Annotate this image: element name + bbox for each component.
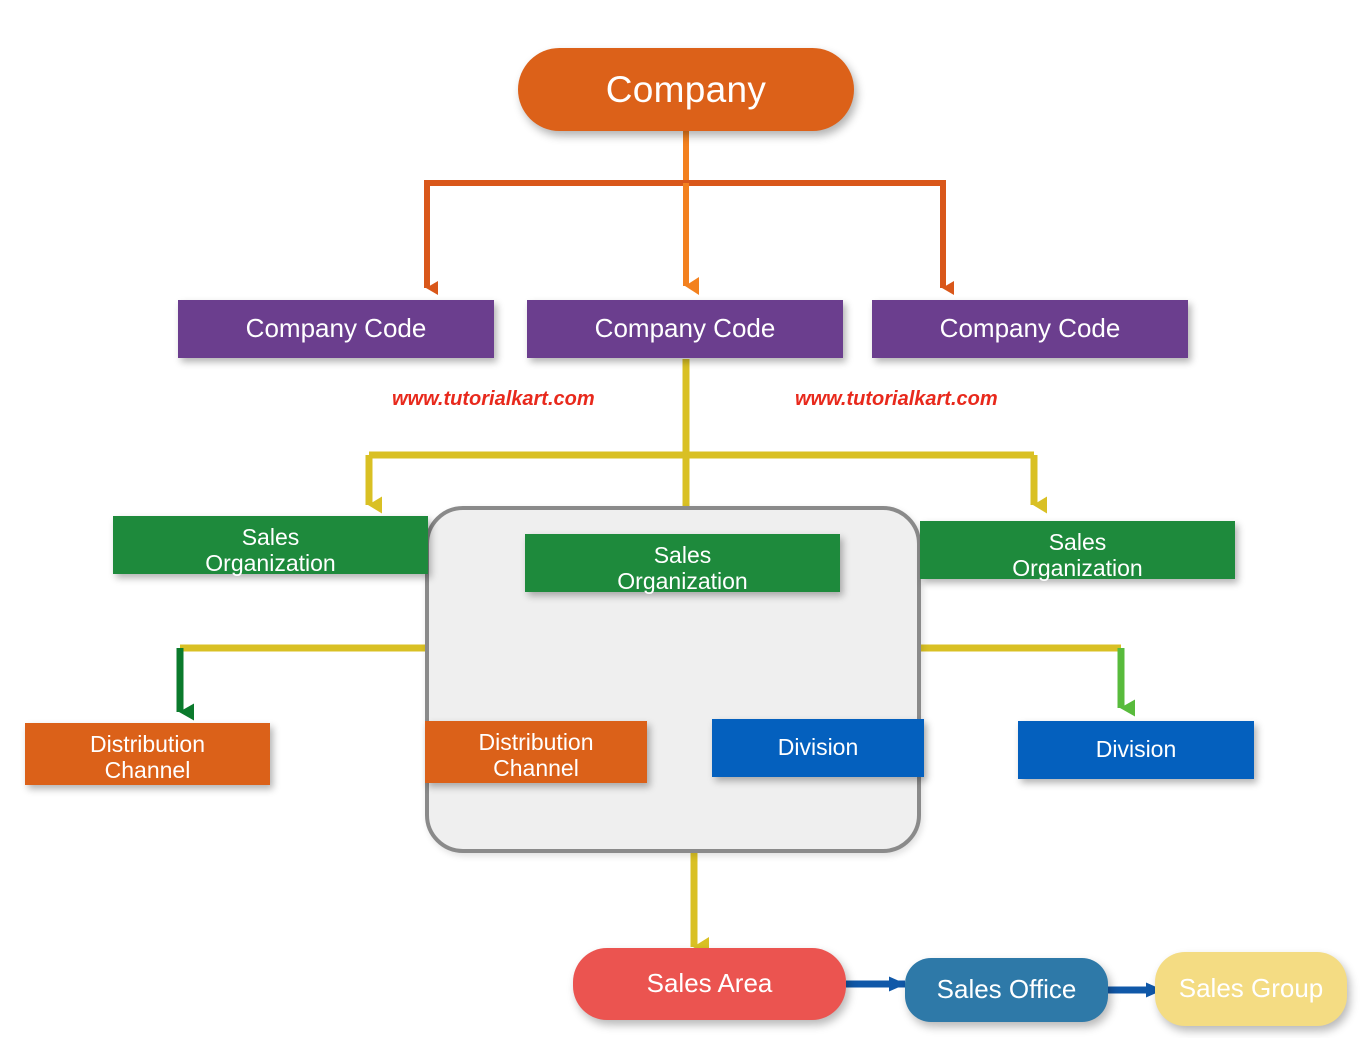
node-company-code-2[interactable]: Company Code <box>527 300 843 358</box>
node-sales-organization-3[interactable]: Sales Organization <box>920 521 1235 581</box>
watermark-right: www.tutorialkart.com <box>795 388 998 410</box>
node-sales-organization-2[interactable]: Sales Organization <box>525 534 840 594</box>
node-sales-area[interactable]: Sales Area <box>573 948 846 1020</box>
node-distribution-channel-2[interactable]: Distribution Channel <box>425 721 647 783</box>
node-company-code-3[interactable]: Company Code <box>872 300 1188 358</box>
diagram-canvas: Company Company Code Company Code Compan… <box>0 0 1372 1038</box>
connector-company-code-to-sales-orgs <box>365 359 1047 525</box>
node-sales-group[interactable]: Sales Group <box>1155 952 1347 1026</box>
node-company[interactable]: Company <box>518 48 854 131</box>
node-sales-organization-1[interactable]: Sales Organization <box>113 516 428 576</box>
node-sales-office[interactable]: Sales Office <box>905 958 1108 1022</box>
node-division-2[interactable]: Division <box>1018 721 1254 779</box>
node-distribution-channel-1[interactable]: Distribution Channel <box>25 723 270 785</box>
node-division-1[interactable]: Division <box>712 719 924 777</box>
watermark-left: www.tutorialkart.com <box>392 388 595 410</box>
node-company-code-1[interactable]: Company Code <box>178 300 494 358</box>
connector-company-to-company-codes <box>424 131 954 295</box>
